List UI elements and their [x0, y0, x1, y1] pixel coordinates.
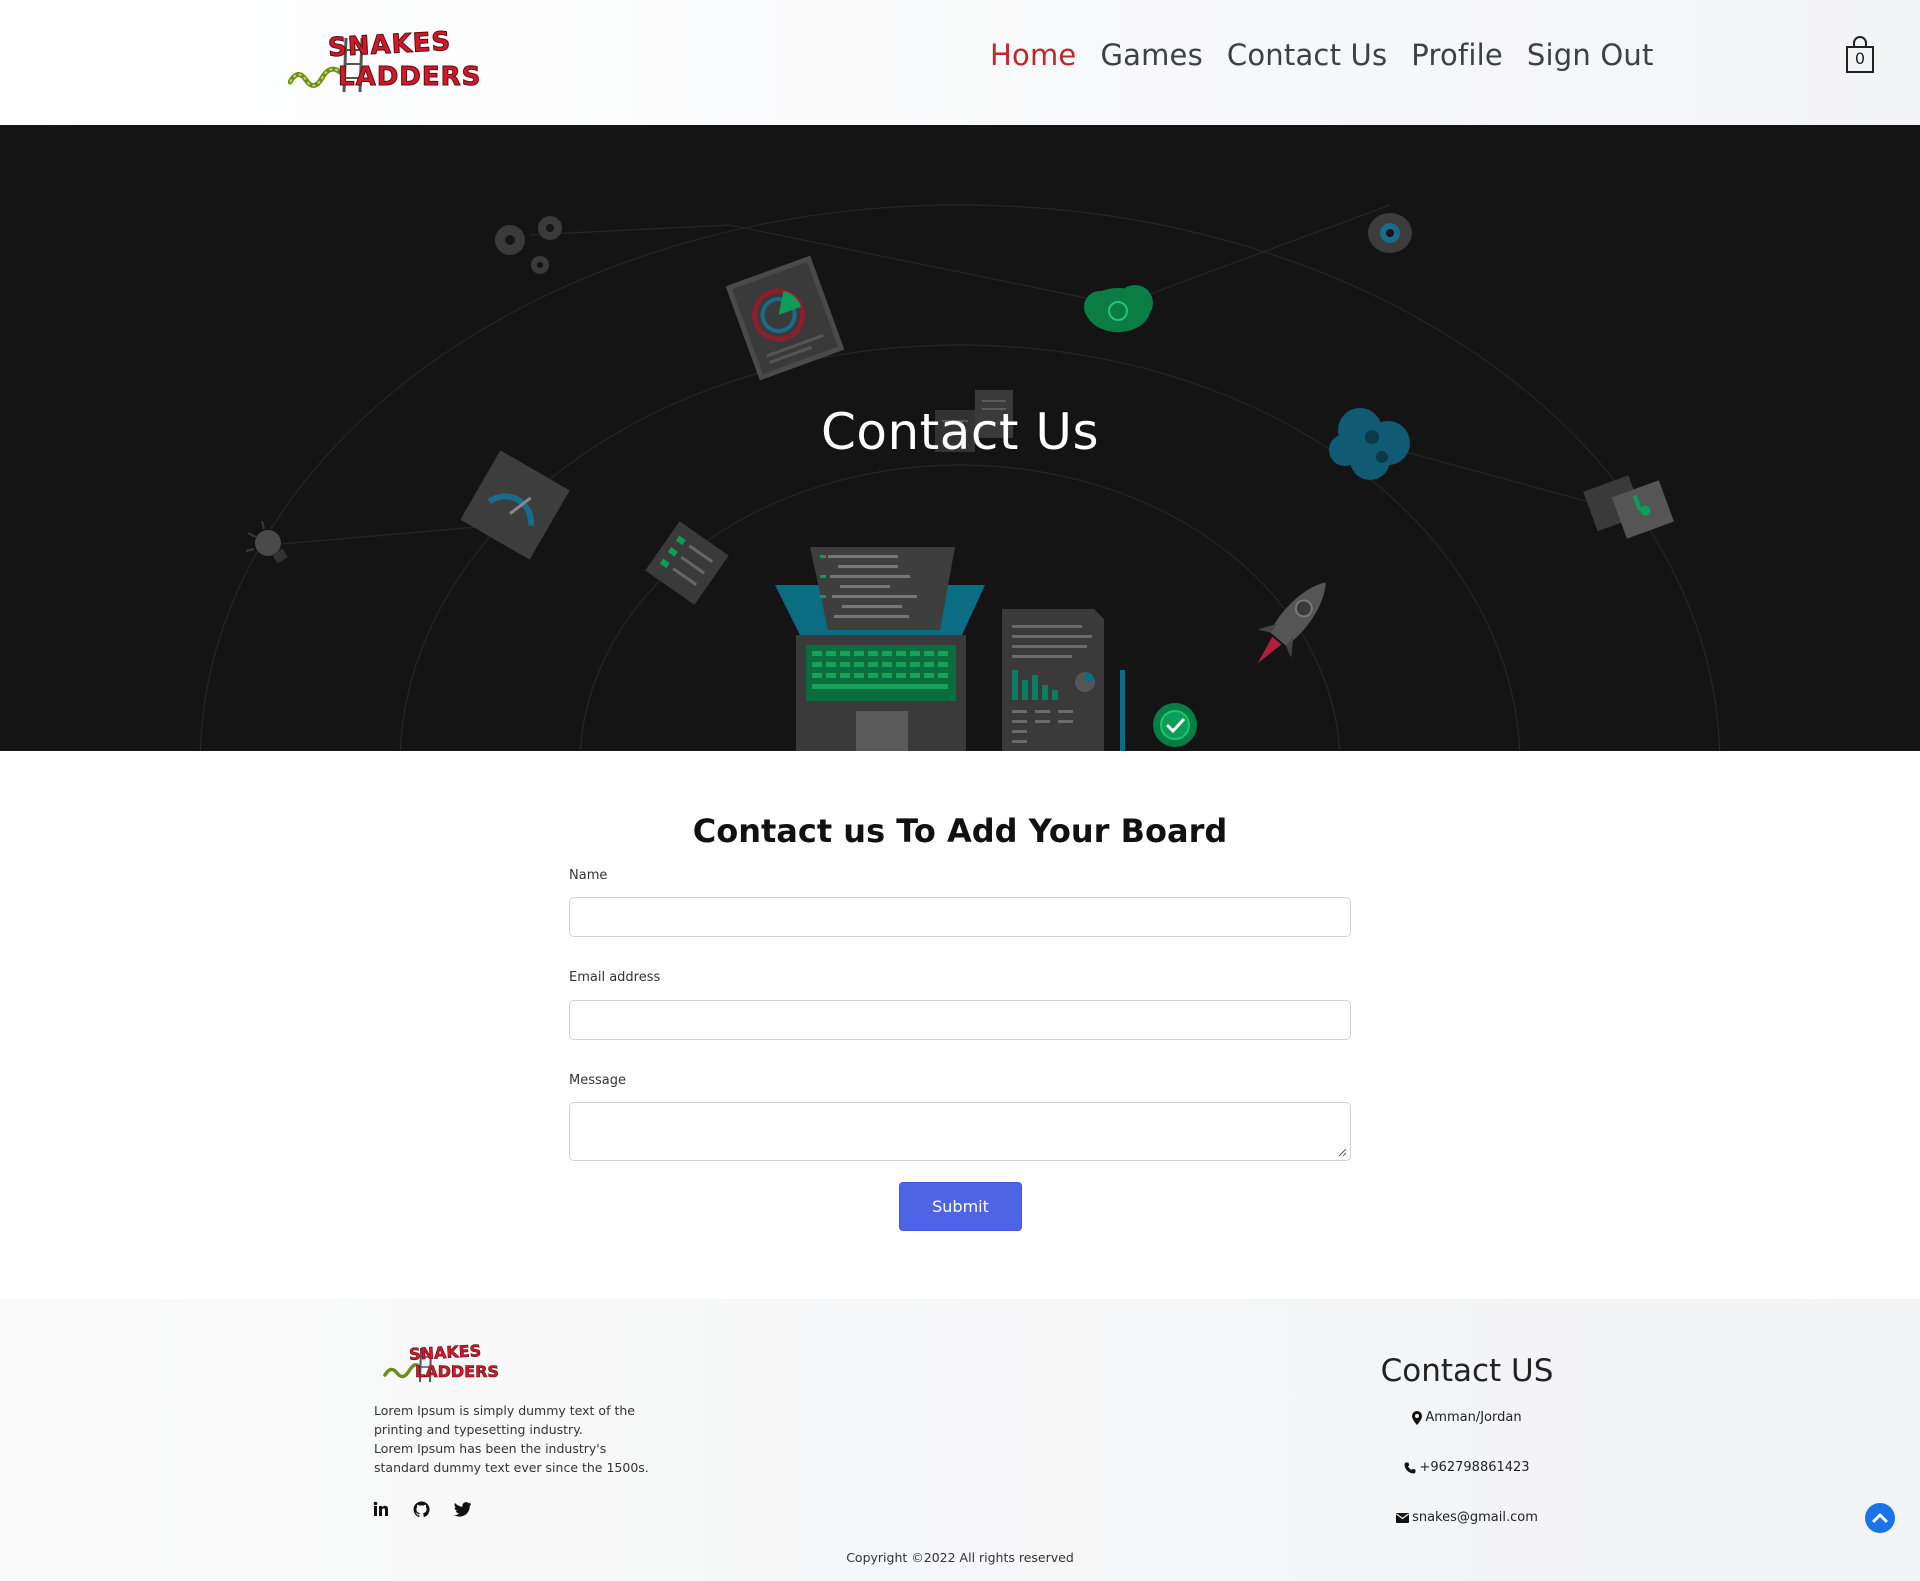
- site-footer: SNAKES LADDERS Lorem Ipsum is simply dum…: [0, 1299, 1920, 1581]
- about-line: printing and typesetting industry.: [374, 1422, 583, 1437]
- email-input[interactable]: [569, 1000, 1351, 1040]
- nav-sign-out[interactable]: Sign Out: [1527, 38, 1654, 72]
- copyright: Copyright ©2022 All rights reserved: [846, 1550, 1074, 1565]
- github-link[interactable]: [411, 1499, 431, 1519]
- logo-text-bottom: LADDERS: [337, 62, 482, 93]
- footer-contact-title: Contact US: [1380, 1353, 1554, 1389]
- about-line: Lorem Ipsum has been the industry's: [374, 1441, 607, 1456]
- nav-games[interactable]: Games: [1100, 38, 1202, 72]
- hero-banner: Contact Us: [0, 125, 1920, 751]
- cart-count: 0: [1854, 49, 1866, 68]
- footer-phone: +962798861423: [1360, 1460, 1574, 1475]
- main-nav: Home Games Contact Us Profile Sign Out: [990, 38, 1678, 72]
- cart-button[interactable]: 0: [1844, 36, 1876, 74]
- linkedin-icon: [373, 1501, 388, 1516]
- envelope-icon: [1396, 1512, 1410, 1523]
- twitter-link[interactable]: [452, 1499, 472, 1519]
- lightbulb-icon: [245, 520, 288, 564]
- message-label: Message: [569, 1073, 626, 1088]
- submit-button[interactable]: Submit: [899, 1182, 1022, 1231]
- rocket-icon: [1257, 582, 1326, 664]
- twitter-icon: [453, 1501, 471, 1517]
- checklist-card-icon: [645, 521, 729, 605]
- map-marker-icon: [1412, 1410, 1423, 1425]
- check-circle-icon: [1153, 703, 1197, 747]
- linkedin-link[interactable]: [371, 1499, 391, 1519]
- message-textarea[interactable]: [569, 1102, 1351, 1161]
- about-line: standard dummy text ever since the 1500s…: [374, 1460, 649, 1475]
- footer-email: snakes@gmail.com: [1360, 1510, 1574, 1525]
- brand-logo[interactable]: SNAKES LADDERS: [288, 26, 481, 94]
- phone-text: +962798861423: [1419, 1460, 1530, 1475]
- footer-location: Amman/Jordan: [1360, 1410, 1574, 1425]
- email-text: snakes@gmail.com: [1412, 1510, 1538, 1525]
- form-title: Contact us To Add Your Board: [692, 812, 1228, 850]
- email-label: Email address: [569, 970, 661, 985]
- cloud-sync-icon: [1084, 285, 1153, 332]
- nav-profile[interactable]: Profile: [1411, 38, 1503, 72]
- report-document-icon: [1002, 609, 1125, 751]
- gauge-card-icon: [460, 450, 570, 560]
- nav-home[interactable]: Home: [990, 38, 1076, 72]
- gears-icon: [495, 216, 562, 274]
- name-label: Name: [569, 868, 608, 883]
- about-line: Lorem Ipsum is simply dummy text of the: [374, 1403, 635, 1418]
- footer-logo-text-bottom: LADDERS: [415, 1362, 500, 1382]
- location-text: Amman/Jordan: [1425, 1410, 1522, 1425]
- resize-grip-icon[interactable]: [1338, 1148, 1347, 1157]
- pie-chart-card-icon: [725, 255, 845, 381]
- footer-logo-text-top: SNAKES: [408, 1341, 482, 1364]
- footer-logo[interactable]: SNAKES LADDERS: [383, 1341, 499, 1385]
- footer-about: Lorem Ipsum is simply dummy text of the …: [374, 1401, 664, 1477]
- name-input[interactable]: [569, 897, 1351, 937]
- site-header: SNAKES LADDERS Home Games Contact Us Pro…: [0, 0, 1920, 125]
- eye-icon: [1368, 213, 1412, 253]
- phone-icon: [1404, 1462, 1416, 1473]
- chevron-up-icon: [1872, 1513, 1888, 1523]
- github-icon: [413, 1501, 430, 1517]
- chat-icon: [1583, 475, 1674, 539]
- scroll-to-top-button[interactable]: [1865, 1503, 1895, 1533]
- hero-title: Contact Us: [820, 403, 1100, 461]
- nav-contact-us[interactable]: Contact Us: [1227, 38, 1387, 72]
- logo-text-top: SNAKES: [327, 26, 453, 64]
- laptop-icon: [775, 547, 985, 751]
